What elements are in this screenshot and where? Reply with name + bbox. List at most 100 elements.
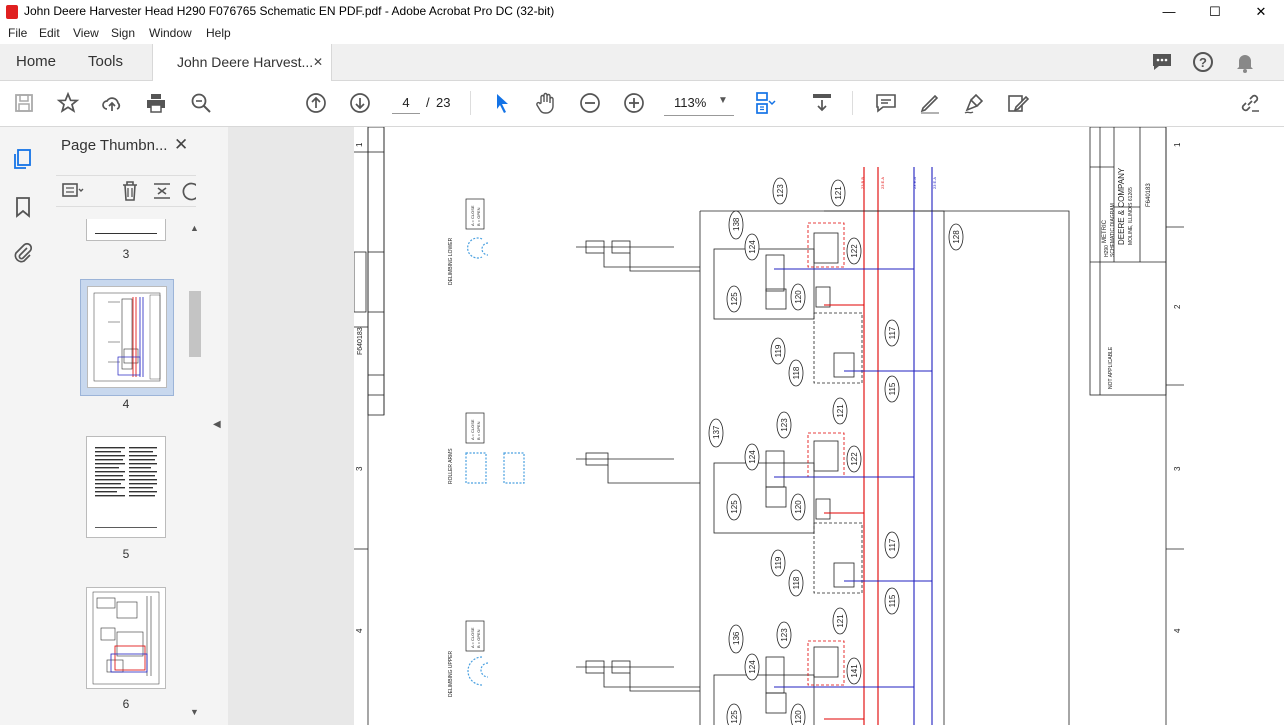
document-view[interactable]: 1 3 4 1 2 3 4 F640183 METRIC DEERE & COM… bbox=[228, 127, 1284, 725]
ruler-right-1: 1 bbox=[1173, 142, 1182, 147]
thumbnail-options-icon[interactable] bbox=[60, 179, 84, 203]
ruler-left-1: 1 bbox=[355, 142, 364, 147]
zoom-dropdown[interactable]: 113% ▼ bbox=[664, 91, 734, 116]
svg-text:120: 120 bbox=[794, 290, 803, 304]
rotate-page-icon[interactable] bbox=[180, 179, 196, 203]
select-arrow-icon[interactable] bbox=[490, 91, 514, 115]
hand-tool-icon[interactable] bbox=[534, 91, 558, 115]
highlight-pen-icon[interactable] bbox=[918, 91, 942, 115]
next-page-icon[interactable] bbox=[348, 91, 372, 115]
menu-help[interactable]: Help bbox=[206, 26, 231, 40]
attachments-icon[interactable] bbox=[11, 241, 35, 265]
menu-view[interactable]: View bbox=[73, 26, 99, 40]
delete-page-icon[interactable] bbox=[118, 179, 142, 203]
bookmark-star-icon[interactable] bbox=[56, 91, 80, 115]
zoom-search-icon[interactable] bbox=[189, 91, 213, 115]
legend-upper-a: A = CLOSE bbox=[470, 627, 475, 648]
thumbnail-page-6[interactable] bbox=[86, 587, 166, 689]
close-window-button[interactable]: ✕ bbox=[1238, 0, 1284, 24]
legend-lower-b: B = OPEN bbox=[476, 207, 481, 226]
valve-block-3 bbox=[713, 640, 914, 725]
menu-edit[interactable]: Edit bbox=[39, 26, 60, 40]
callout-136: 136 bbox=[732, 631, 741, 645]
navigation-pane-icons bbox=[0, 127, 47, 725]
svg-text:120: 120 bbox=[794, 710, 803, 724]
share-link-icon[interactable] bbox=[1238, 91, 1262, 115]
svg-text:120: 120 bbox=[794, 500, 803, 514]
ruler-left-3: 3 bbox=[355, 466, 364, 471]
maximize-button[interactable]: ☐ bbox=[1192, 0, 1238, 24]
thumbnail-scrollbar[interactable]: ▲ ▼ bbox=[188, 219, 202, 725]
thumbnail-page-4-selected[interactable] bbox=[80, 279, 174, 396]
callout-bubble-121b: 121 bbox=[832, 397, 848, 425]
page-thumbnails-icon[interactable] bbox=[11, 147, 35, 171]
thumbnail-label-6: 6 bbox=[122, 697, 130, 711]
callout-bubble-141: 141 bbox=[846, 657, 862, 685]
page-display-icon[interactable] bbox=[754, 91, 778, 115]
thumbnail-page-3[interactable] bbox=[86, 219, 166, 241]
tab-close-icon[interactable]: ✕ bbox=[313, 44, 323, 80]
scroll-down-icon[interactable]: ▼ bbox=[190, 707, 199, 717]
svg-text:115: 115 bbox=[888, 382, 897, 395]
save-icon[interactable] bbox=[12, 91, 36, 115]
zoom-out-icon[interactable] bbox=[578, 91, 602, 115]
callout-bubble-125b: 125 bbox=[726, 493, 742, 521]
callout-bubble-123a: 123 bbox=[772, 177, 788, 205]
callout-bubble-124c: 124 bbox=[744, 653, 760, 681]
main-toolbar: 4 / 23 113% ▼ bbox=[0, 81, 1284, 127]
svg-text:123: 123 bbox=[776, 184, 785, 198]
title-bar: John Deere Harvester Head H290 F076765 S… bbox=[0, 0, 1284, 24]
collapse-panel-icon[interactable]: ◀ bbox=[213, 419, 221, 430]
callout-137: 137 bbox=[712, 425, 721, 439]
scroll-mode-icon[interactable] bbox=[810, 91, 834, 115]
svg-text:119: 119 bbox=[774, 344, 783, 357]
panel-collapse-strip: ◀ bbox=[206, 127, 229, 725]
previous-page-icon[interactable] bbox=[304, 91, 328, 115]
section-label-lower: DELIMBING LOWER bbox=[448, 237, 454, 285]
legend-roller-a: A = CLOSE bbox=[470, 419, 475, 440]
tab-home[interactable]: Home bbox=[16, 44, 56, 80]
svg-text:117: 117 bbox=[888, 538, 897, 551]
title-block-code: F640183 bbox=[1146, 183, 1152, 207]
tab-document[interactable]: John Deere Harvest... ✕ bbox=[152, 44, 332, 81]
panel-close-icon[interactable]: ✕ bbox=[174, 135, 188, 155]
section-label-upper: DELIMBING UPPER bbox=[448, 650, 454, 697]
chevron-down-icon: ▼ bbox=[718, 95, 728, 106]
scrollbar-thumb[interactable] bbox=[189, 291, 201, 357]
menu-file[interactable]: File bbox=[8, 26, 27, 40]
window-title: John Deere Harvester Head H290 F076765 S… bbox=[24, 4, 555, 18]
sign-pen-icon[interactable] bbox=[962, 91, 986, 115]
callout-bubble-124a: 124 bbox=[744, 233, 760, 261]
upload-cloud-icon[interactable] bbox=[100, 91, 124, 115]
svg-text:122: 122 bbox=[850, 452, 859, 466]
tab-tools[interactable]: Tools bbox=[88, 44, 123, 80]
scroll-up-icon[interactable]: ▲ bbox=[190, 223, 199, 233]
toolbar-divider bbox=[470, 91, 471, 115]
callout-bubble-118a: 118 bbox=[788, 359, 804, 387]
title-block-location: MOLINE, ILLINOIS 61265 bbox=[1128, 187, 1134, 245]
fill-sign-icon[interactable] bbox=[1006, 91, 1030, 115]
top-line-label-2: 23 E.A bbox=[880, 177, 885, 189]
callout-bubble-122b: 122 bbox=[846, 445, 862, 473]
svg-text:124: 124 bbox=[748, 240, 757, 254]
minimize-button[interactable]: — bbox=[1146, 0, 1192, 24]
callout-bubble-120a: 120 bbox=[790, 283, 806, 311]
svg-text:117: 117 bbox=[888, 326, 897, 339]
help-icon[interactable]: ? bbox=[1191, 50, 1215, 74]
menu-window[interactable]: Window bbox=[149, 26, 192, 40]
page-separator: / bbox=[426, 95, 430, 110]
callout-bubble-123b: 123 bbox=[776, 411, 792, 439]
bookmarks-icon[interactable] bbox=[11, 195, 35, 219]
section-delimbing-lower: DELIMBING LOWER A = CLOSE B = OPEN 138 bbox=[448, 198, 744, 285]
print-icon[interactable] bbox=[144, 91, 168, 115]
extract-pages-icon[interactable] bbox=[150, 179, 174, 203]
svg-text:128: 128 bbox=[952, 230, 961, 244]
menu-sign[interactable]: Sign bbox=[111, 26, 135, 40]
callout-bubble-124b: 124 bbox=[744, 443, 760, 471]
comment-bubble-icon[interactable] bbox=[1150, 50, 1174, 74]
page-number-input[interactable]: 4 bbox=[392, 93, 420, 114]
notifications-bell-icon[interactable] bbox=[1233, 50, 1257, 74]
comment-icon[interactable] bbox=[874, 91, 898, 115]
thumbnail-page-5[interactable] bbox=[86, 436, 166, 538]
zoom-in-icon[interactable] bbox=[622, 91, 646, 115]
